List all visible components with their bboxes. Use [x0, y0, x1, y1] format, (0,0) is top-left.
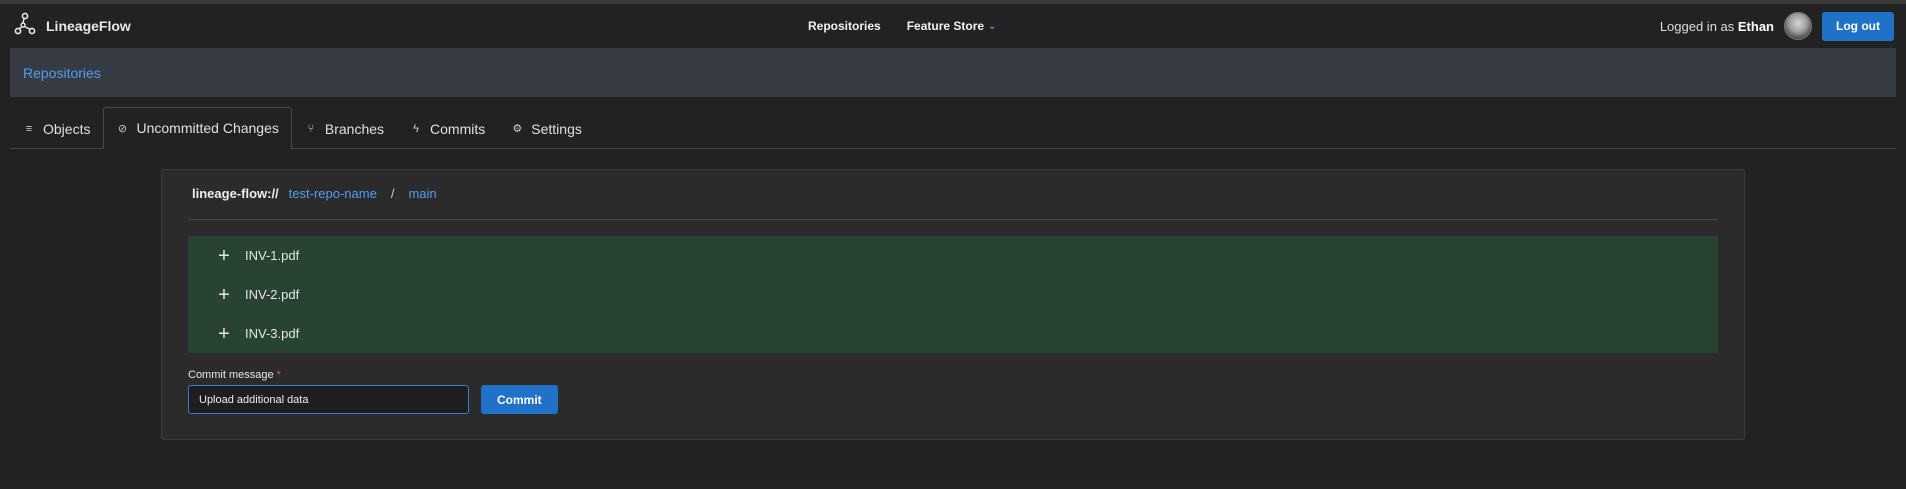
tab-uncommitted-changes-label: Uncommitted Changes [136, 120, 279, 136]
repo-tabs: ≡ Objects ⊘ Uncommitted Changes ⑂ Branch… [10, 107, 1896, 149]
list-item[interactable]: + INV-3.pdf [188, 314, 1718, 353]
commit-message-input[interactable] [188, 385, 469, 414]
circle-slash-icon: ⊘ [117, 122, 128, 135]
tab-branches[interactable]: ⑂ Branches [292, 107, 397, 149]
list-item[interactable]: + INV-1.pdf [188, 236, 1718, 275]
nav-feature-store[interactable]: Feature Store ⌄ [907, 19, 997, 33]
tab-commits[interactable]: ϟ Commits [397, 107, 498, 149]
divider [188, 219, 1718, 220]
commit-message-label-text: Commit message [188, 369, 274, 381]
gear-icon: ⚙ [512, 123, 523, 135]
tab-settings-label: Settings [531, 120, 582, 137]
required-mark: * [276, 369, 281, 381]
plus-icon: + [218, 244, 230, 267]
nav-feature-store-label: Feature Store [906, 19, 985, 33]
commit-button[interactable]: Commit [481, 385, 558, 414]
app-name: LineageFlow [46, 18, 131, 34]
top-navbar: LineageFlow Repositories Feature Store ⌄… [0, 4, 1906, 48]
plus-icon: + [218, 322, 230, 345]
plus-icon: + [218, 283, 230, 306]
repo-path: lineage-flow:// test-repo-name / main [192, 186, 437, 201]
path-repo-link[interactable]: test-repo-name [289, 186, 377, 201]
git-branch-icon: ⑂ [307, 122, 315, 135]
database-icon: ≡ [25, 122, 33, 135]
uncommitted-changes-panel: lineage-flow:// test-repo-name / main + … [161, 169, 1745, 440]
tab-commits-label: Commits [430, 120, 486, 137]
path-separator: / [390, 186, 395, 201]
tab-uncommitted-changes[interactable]: ⊘ Uncommitted Changes [103, 107, 292, 149]
path-protocol: lineage-flow:// [192, 186, 279, 201]
commit-message-label: Commit message * [188, 369, 281, 381]
chevron-down-icon: ⌄ [988, 20, 997, 32]
breadcrumb: Repositories [10, 48, 1896, 97]
path-branch-link[interactable]: main [408, 186, 436, 201]
logged-in-prefix: Logged in as [1659, 18, 1735, 34]
tab-branches-label: Branches [324, 120, 385, 137]
change-file-name: INV-1.pdf [245, 248, 300, 263]
logged-in-text: Logged in as Ethan [1660, 19, 1774, 34]
logout-button[interactable]: Log out [1822, 11, 1894, 41]
brand[interactable]: LineageFlow [14, 12, 131, 41]
user-area: Logged in as Ethan Log out [1660, 4, 1894, 48]
tab-settings[interactable]: ⚙ Settings [498, 107, 595, 149]
tab-objects-label: Objects [43, 120, 91, 137]
avatar[interactable] [1784, 12, 1813, 40]
nav-repositories[interactable]: Repositories [808, 19, 881, 33]
breadcrumb-repositories[interactable]: Repositories [23, 65, 101, 81]
change-file-name: INV-2.pdf [245, 287, 300, 302]
list-item[interactable]: + INV-2.pdf [188, 275, 1718, 314]
lineage-graph-icon [14, 12, 36, 41]
changes-list: + INV-1.pdf + INV-2.pdf + INV-3.pdf [188, 236, 1718, 353]
main-nav: Repositories Feature Store ⌄ [808, 4, 996, 48]
user-name: Ethan [1737, 18, 1775, 34]
tab-objects[interactable]: ≡ Objects [10, 107, 103, 149]
change-file-name: INV-3.pdf [245, 326, 300, 341]
git-commit-icon: ϟ [413, 122, 419, 135]
